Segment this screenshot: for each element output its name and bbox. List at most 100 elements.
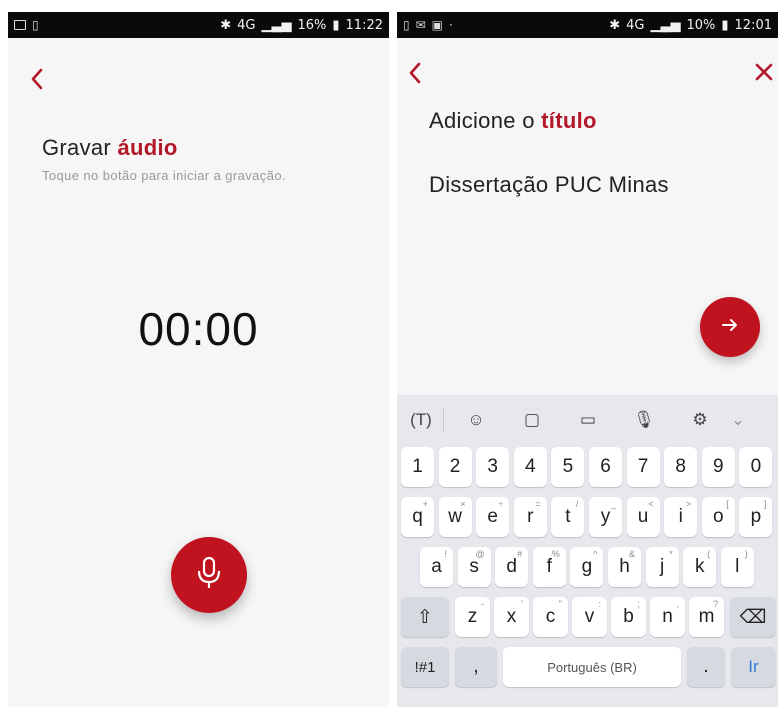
key-d-hint: # xyxy=(517,549,523,559)
title-input[interactable] xyxy=(429,172,749,198)
key-0-label: 0 xyxy=(750,456,762,477)
key-0[interactable]: 0 xyxy=(739,447,773,487)
bluetooth-icon: ✱ xyxy=(609,17,621,33)
gallery-notification-icon xyxy=(14,20,26,30)
record-audio-screen: ▯ ✱ 4G ▁▃▅ 16% ▮ 11:22 Gravar áudio Toqu… xyxy=(8,12,389,707)
comma-key[interactable]: , xyxy=(455,647,497,687)
key-g[interactable]: g ^ xyxy=(570,547,604,587)
key-o[interactable]: o[ xyxy=(701,497,735,537)
key-z-label: z xyxy=(467,606,478,627)
microphone-icon xyxy=(196,556,222,595)
voice-input-icon[interactable]: 🎙 xyxy=(616,400,672,440)
keyboard: (T) ☺ ▢ ▭ 🎙 ⚙ ⌄ 1234567890 q + w × e ÷ r = t / y _ u… xyxy=(397,395,778,707)
key-3[interactable]: 3 xyxy=(476,447,510,487)
key-9-label: 9 xyxy=(713,456,724,477)
key-h-hint: & xyxy=(628,549,635,559)
key-w-label: w xyxy=(448,506,462,527)
key-7-label: 7 xyxy=(637,456,649,477)
text-tools-icon[interactable]: (T) xyxy=(403,400,439,440)
settings-gear-icon[interactable]: ⚙ xyxy=(672,400,728,440)
key-e-label: e xyxy=(487,506,498,527)
key-2-label: 2 xyxy=(449,456,461,477)
title-prompt-prefix: Adicione o xyxy=(429,108,535,133)
network-type: 4G xyxy=(626,17,645,33)
key-x[interactable]: x ' xyxy=(494,597,529,637)
key-7[interactable]: 7 xyxy=(626,447,660,487)
key-d[interactable]: d # xyxy=(495,547,529,587)
key-k[interactable]: k( xyxy=(683,547,717,587)
key-s[interactable]: s @ xyxy=(457,547,491,587)
key-6[interactable]: 6 xyxy=(589,447,622,487)
key-b-label: b xyxy=(623,606,634,627)
space-key[interactable]: Português (BR) xyxy=(503,647,681,687)
key-z-hint: - xyxy=(481,599,484,609)
key-2[interactable]: 2 xyxy=(438,447,472,487)
key-q[interactable]: q + xyxy=(401,497,434,537)
key-p[interactable]: p] xyxy=(739,497,773,537)
period-key[interactable]: . xyxy=(687,647,725,687)
key-u[interactable]: u < xyxy=(626,497,660,537)
key-8[interactable]: 8 xyxy=(664,447,698,487)
key-d-label: d xyxy=(506,556,517,577)
next-button[interactable] xyxy=(700,297,760,357)
key-1[interactable]: 1 xyxy=(401,447,434,487)
key-w[interactable]: w × xyxy=(438,497,472,537)
key-q-label: q xyxy=(412,506,423,527)
key-r[interactable]: r = xyxy=(513,497,547,537)
key-s-hint: @ xyxy=(475,549,485,559)
key-n[interactable]: n, xyxy=(650,597,685,637)
key-h-label: h xyxy=(619,556,630,577)
back-chevron-icon[interactable] xyxy=(408,62,422,84)
backspace-key[interactable]: ⌫ xyxy=(730,597,776,637)
key-y-hint: _ xyxy=(610,499,616,509)
key-f[interactable]: f% xyxy=(532,547,566,587)
key-i[interactable]: i > xyxy=(664,497,698,537)
key-k-hint: ( xyxy=(707,549,711,559)
emoji-icon[interactable]: ☺ xyxy=(448,400,504,440)
key-j[interactable]: j * xyxy=(645,547,679,587)
key-n-label: n xyxy=(662,606,673,627)
clock: 11:22 xyxy=(345,17,383,33)
key-4[interactable]: 4 xyxy=(513,447,547,487)
key-n-hint: , xyxy=(676,599,679,609)
key-l-hint: ) xyxy=(744,549,748,559)
key-v[interactable]: v: xyxy=(572,597,607,637)
key-3-label: 3 xyxy=(487,456,498,477)
key-o-hint: [ xyxy=(726,499,729,509)
go-key[interactable]: Ir xyxy=(731,647,776,687)
key-e[interactable]: e ÷ xyxy=(476,497,510,537)
key-l[interactable]: l) xyxy=(720,547,754,587)
letter-row-2: a! s @ d # f% g ^ h & j * k(l) xyxy=(397,547,778,587)
key-9[interactable]: 9 xyxy=(701,447,735,487)
key-a-hint: ! xyxy=(444,549,447,559)
page-title-prefix: Gravar xyxy=(42,135,112,160)
back-chevron-icon[interactable] xyxy=(30,68,44,90)
key-w-hint: × xyxy=(460,499,466,509)
key-t[interactable]: t / xyxy=(551,497,585,537)
key-a[interactable]: a! xyxy=(420,547,453,587)
key-v-label: v xyxy=(584,606,595,627)
key-5[interactable]: 5 xyxy=(551,447,585,487)
key-4-label: 4 xyxy=(525,456,536,477)
shift-key[interactable]: ⇧ xyxy=(401,597,449,637)
key-h[interactable]: h & xyxy=(608,547,641,587)
close-icon[interactable] xyxy=(754,62,774,87)
sticker-icon[interactable]: ▢ xyxy=(504,400,560,440)
key-r-hint: = xyxy=(535,499,541,509)
key-i-label: i xyxy=(678,506,683,527)
key-m[interactable]: m? xyxy=(689,597,724,637)
key-c[interactable]: c " xyxy=(533,597,568,637)
record-button[interactable] xyxy=(171,537,247,613)
key-y[interactable]: y _ xyxy=(589,497,622,537)
key-z[interactable]: z- xyxy=(455,597,490,637)
status-bar: ▯ ✱ 4G ▁▃▅ 16% ▮ 11:22 xyxy=(8,12,389,38)
gif-icon[interactable]: ▭ xyxy=(560,400,616,440)
symbols-key[interactable]: !#1 xyxy=(401,647,449,687)
key-g-label: g xyxy=(581,556,593,577)
status-bar: ▯ ✉ ▣ · ✱ 4G ▁▃▅ 10% ▮ 12:01 xyxy=(397,12,778,38)
bottom-row: !#1 , Português (BR) . Ir xyxy=(397,647,778,687)
key-q-hint: + xyxy=(422,499,428,509)
key-b[interactable]: b; xyxy=(611,597,646,637)
collapse-chevron-icon[interactable]: ⌄ xyxy=(728,400,748,440)
key-k-label: k xyxy=(694,556,705,577)
